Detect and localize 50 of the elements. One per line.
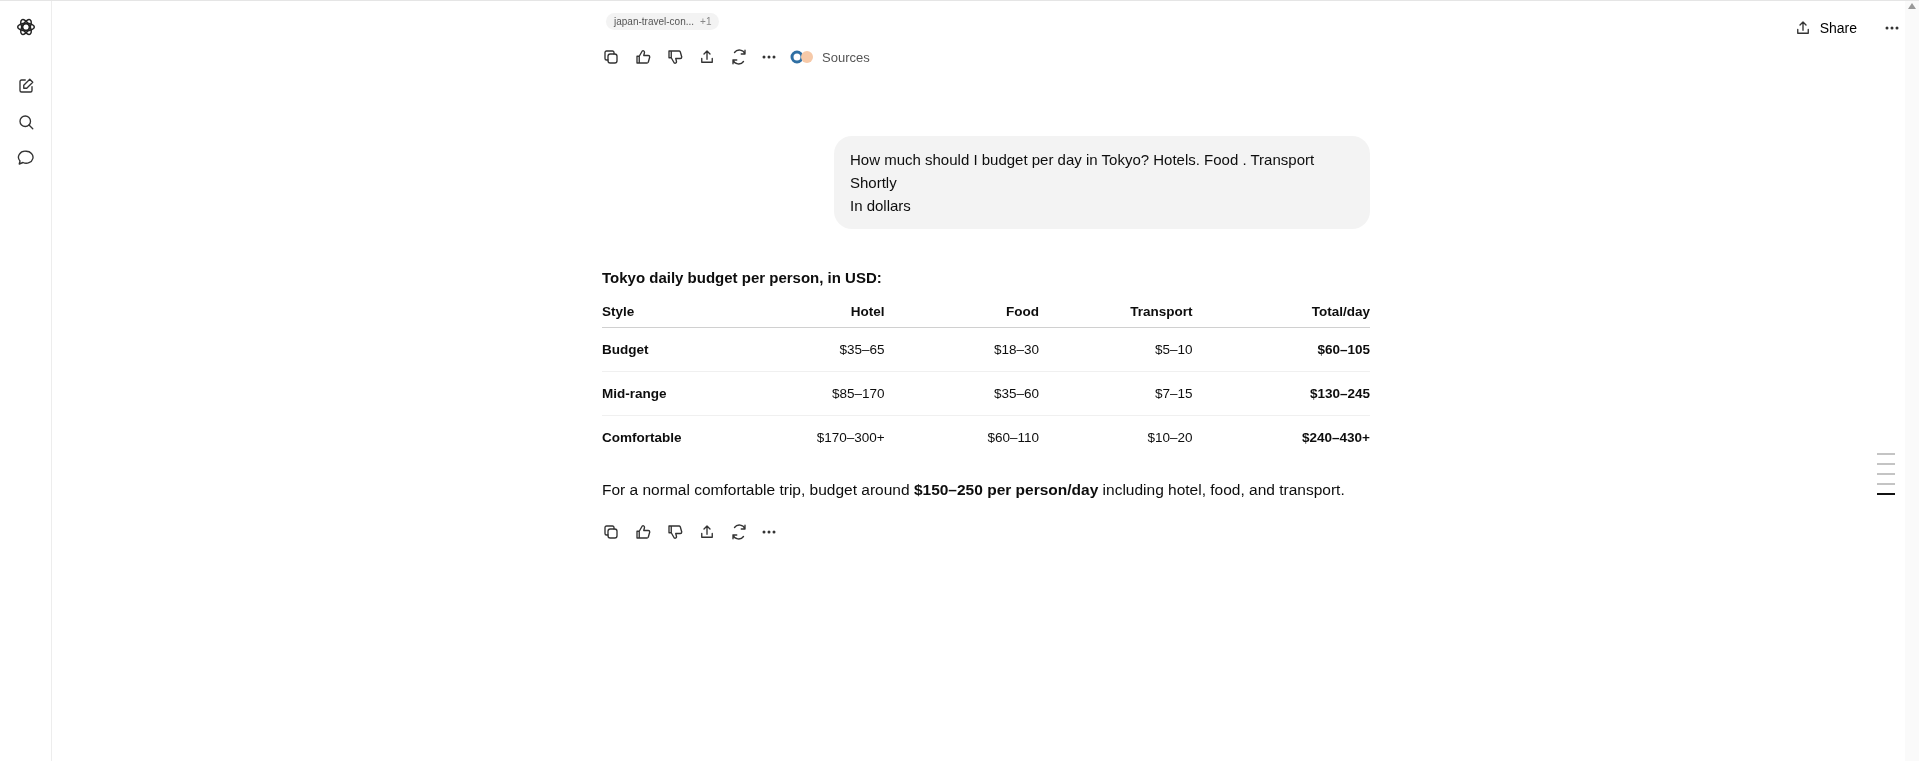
search-icon[interactable] [16, 113, 35, 131]
answer-heading: Tokyo daily budget per person, in USD: [602, 269, 883, 286]
copy-icon[interactable] [602, 523, 620, 541]
table-cell: $5–10 [1038, 327, 1193, 372]
thumbs-down-icon[interactable] [666, 523, 684, 541]
more-options-icon[interactable] [762, 530, 776, 534]
scroll-marker[interactable] [1877, 453, 1895, 455]
table-cell: $60–110 [884, 415, 1039, 459]
table-cell: $85–170 [746, 371, 885, 416]
scroll-marker[interactable] [1877, 493, 1895, 495]
table-cell: $10–20 [1038, 415, 1193, 459]
share-icon[interactable] [698, 523, 716, 541]
summary-text: For a normal comfortable trip, budget around $150–250 per person/day including hotel, food, and transport. [602, 481, 1346, 499]
scroll-marker[interactable] [1877, 473, 1895, 475]
chat-bubble-icon[interactable] [16, 149, 35, 167]
table-cell: $240–430+ [1192, 415, 1370, 459]
thumbs-up-icon[interactable] [634, 48, 652, 66]
table-cell: $130–245 [1192, 371, 1370, 416]
scroll-marker[interactable] [1877, 463, 1895, 465]
table-cell: $7–15 [1038, 371, 1193, 416]
table-cell: $18–30 [884, 327, 1039, 372]
user-message: How much should I budget per day in Tokyo? Hotels. Food . Transport Shortly In dollars [834, 136, 1370, 229]
table-cell: Comfortable [602, 415, 747, 459]
column-header: Food [884, 296, 1039, 328]
scroll-up-arrow-icon[interactable] [1908, 3, 1916, 9]
regenerate-icon[interactable] [730, 48, 748, 66]
table-cell: $60–105 [1192, 327, 1370, 372]
table-cell: Mid-range [602, 371, 747, 416]
scroll-marker[interactable] [1877, 483, 1895, 485]
column-header: Transport [1038, 296, 1193, 328]
source-favicons-icon [790, 50, 814, 64]
source-chip[interactable]: japan-travel-con... +1 [606, 13, 720, 30]
new-chat-icon[interactable] [16, 77, 35, 95]
sources-link[interactable]: Sources [822, 49, 870, 65]
column-header: Hotel [746, 296, 885, 328]
share-button[interactable]: Share [1789, 15, 1861, 41]
thumbs-up-icon[interactable] [634, 523, 652, 541]
table-cell: $170–300+ [746, 415, 885, 459]
regenerate-icon[interactable] [730, 523, 748, 541]
column-header: Style [602, 296, 747, 328]
thumbs-down-icon[interactable] [666, 48, 684, 66]
column-header: Total/day [1192, 296, 1370, 328]
more-options-icon[interactable] [762, 55, 776, 59]
more-options-icon[interactable] [1885, 26, 1899, 30]
logo-icon[interactable] [15, 17, 36, 37]
table-cell: Budget [602, 327, 747, 372]
share-icon[interactable] [698, 48, 716, 66]
copy-icon[interactable] [602, 48, 620, 66]
table-cell: $35–65 [746, 327, 885, 372]
table-cell: $35–60 [884, 371, 1039, 416]
